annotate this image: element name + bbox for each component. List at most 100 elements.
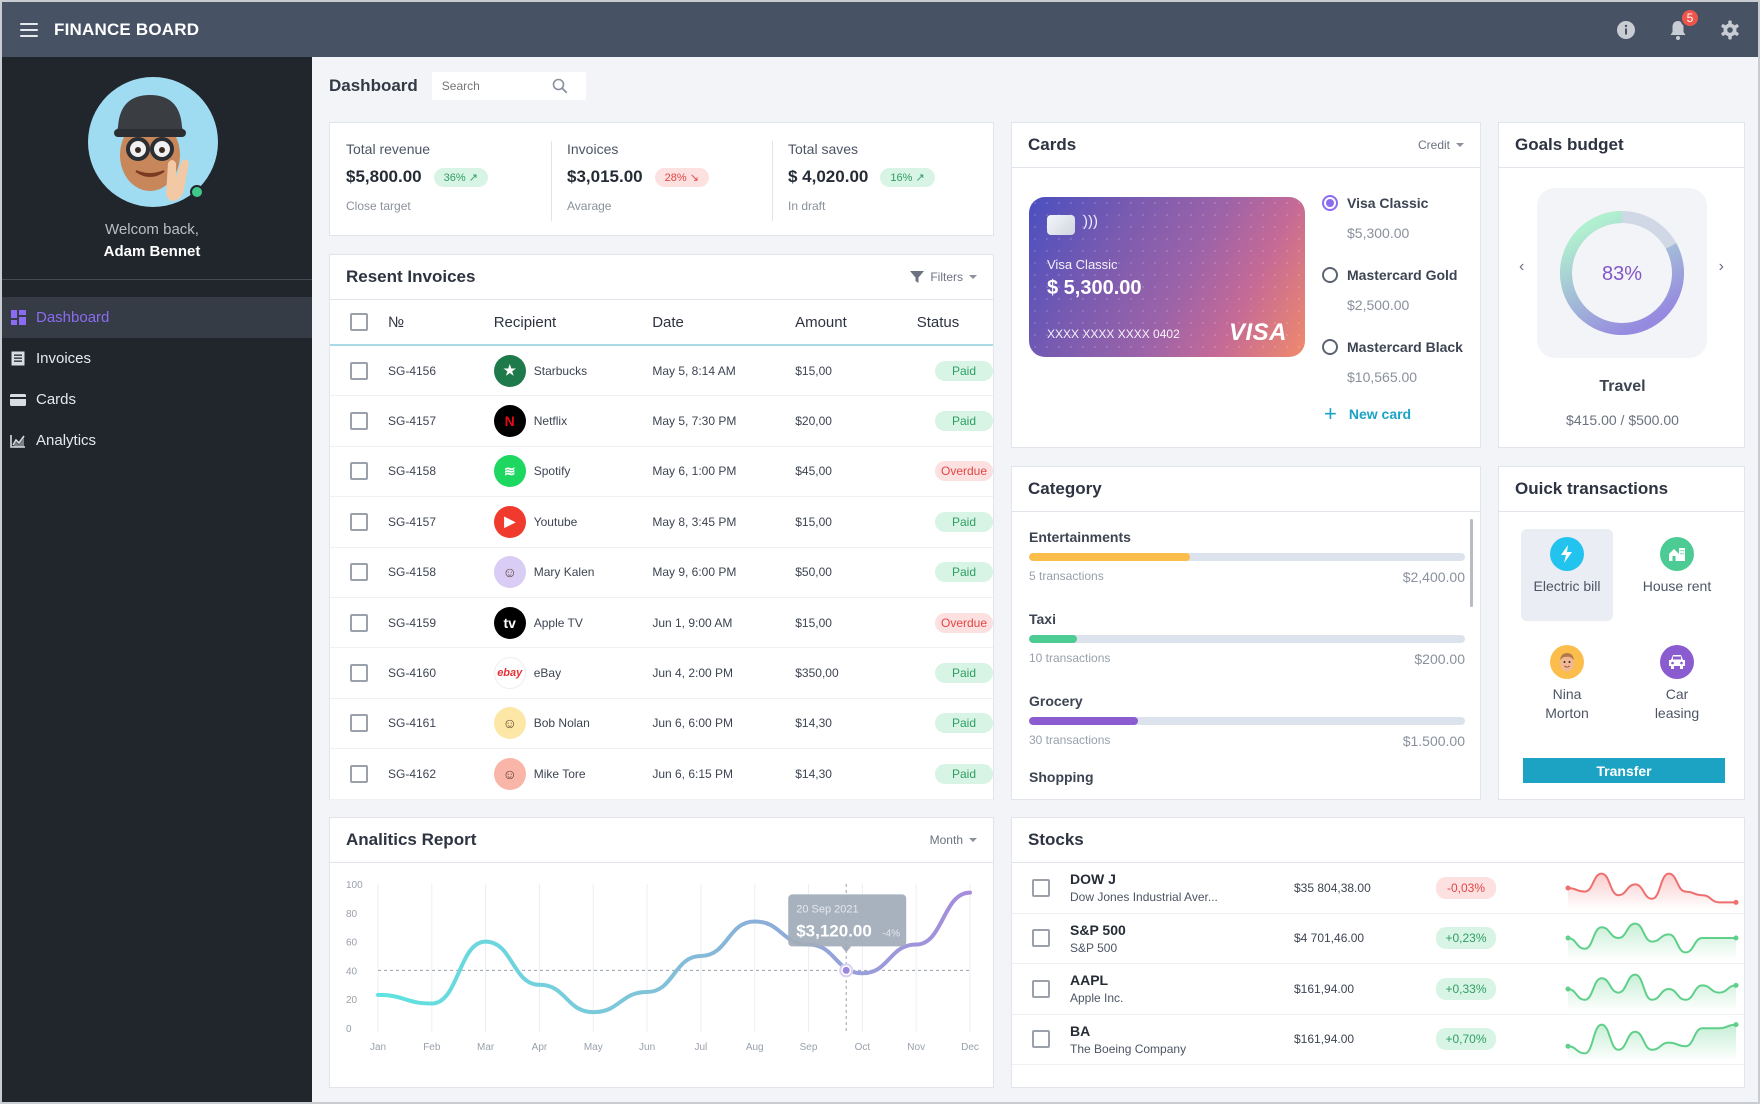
table-row[interactable]: SG-4156 ★ Starbucks May 5, 8:14 AM $15,00 Pai… (330, 346, 993, 397)
stock-name: Dow Jones Industrial Aver... (1070, 890, 1218, 905)
period-dropdown[interactable]: Month (930, 833, 977, 847)
chevron-left-icon[interactable]: ‹ (1519, 258, 1524, 276)
select-all-checkbox[interactable] (350, 313, 368, 331)
row-checkbox[interactable] (1032, 929, 1050, 948)
sidebar-item-analytics[interactable]: Analytics (2, 420, 312, 461)
table-row[interactable]: SG-4159 tv Apple TV Jun 1, 9:00 AM $15,00 Ove… (330, 598, 993, 649)
col-amount[interactable]: Amount (795, 314, 905, 331)
row-checkbox[interactable] (350, 664, 368, 683)
app-window: FINANCE BOARD 5 Welcom back, Adam Bennet… (2, 2, 1758, 1102)
filters-dropdown[interactable]: Filters (910, 270, 977, 284)
sidebar-item-invoices[interactable]: Invoices (2, 338, 312, 379)
table-row[interactable]: SG-4160 ebay eBay Jun 4, 2:00 PM $350,00 Paid (330, 648, 993, 699)
table-row[interactable]: SG-4158 ☺ Mary Kalen May 9, 6:00 PM $50,00 Pa… (330, 548, 993, 598)
card-type-dropdown[interactable]: Credit (1418, 138, 1464, 152)
category-item[interactable]: Taxi 10 transactions $200.00 (1029, 611, 1465, 693)
invoice-number: SG-4160 (388, 666, 437, 681)
category-item[interactable]: Grocery 30 transactions $1.500.00 (1029, 693, 1465, 775)
info-icon[interactable] (1614, 18, 1638, 42)
stock-row[interactable]: DOW J Dow Jones Industrial Aver... $35 804… (1012, 863, 1744, 914)
recipient-cell: ▶ Youtube (493, 505, 653, 538)
row-checkbox[interactable] (1032, 979, 1050, 998)
radio[interactable] (1322, 267, 1338, 283)
gear-icon[interactable] (1718, 18, 1742, 42)
row-checkbox[interactable] (350, 764, 368, 783)
stat-change: 16% (890, 171, 913, 184)
recipient-logo: ☺ (493, 757, 526, 790)
category-scrollbar[interactable] (1470, 519, 1473, 607)
table-row[interactable]: SG-4157 ▶ Youtube May 8, 3:45 PM $15,00 Paid (330, 497, 993, 548)
stock-row[interactable]: BA The Boeing Company $161,94.00 +0,70% (1012, 1015, 1744, 1065)
category-item[interactable]: Shopping (1029, 769, 1465, 799)
new-card-button[interactable]: + New card (1322, 401, 1482, 427)
row-checkbox[interactable] (350, 714, 368, 733)
tooltip-change: -4% (882, 928, 900, 939)
radio-selected[interactable] (1322, 195, 1338, 211)
goals-title: Goals budget (1515, 135, 1624, 154)
notifications-button[interactable]: 5 (1666, 7, 1700, 42)
col-status[interactable]: Status (905, 314, 993, 331)
card-option-mastercard-gold[interactable]: Mastercard Gold (1322, 263, 1482, 287)
invoice-amount: $20,00 (795, 414, 832, 429)
analytics-header: Analitics Report Month (330, 818, 993, 863)
sparkline-area (1568, 1024, 1736, 1062)
invoice-number: SG-4161 (388, 716, 437, 731)
col-date[interactable]: Date (652, 314, 795, 331)
quick-item-label: House rent (1642, 578, 1712, 594)
sidebar-item-dashboard[interactable]: Dashboard (2, 297, 312, 338)
search-box[interactable] (431, 72, 586, 100)
recipient-cell: ☺ Bob Nolan (493, 707, 653, 740)
table-row[interactable]: SG-4158 ≋ Spotify May 6, 1:00 PM $45,00 Overd… (330, 447, 993, 498)
card-option-amount: $2,500.00 (1347, 297, 1410, 313)
sidebar-item-cards[interactable]: Cards (2, 379, 312, 420)
hamburger-menu-icon[interactable] (20, 22, 38, 37)
category-title: Category (1028, 479, 1102, 498)
category-progress-bar (1029, 717, 1465, 725)
tooltip-arrow (841, 946, 852, 953)
stat-label: Invoices (567, 141, 619, 157)
quick-item-house-rent[interactable]: House rent (1631, 529, 1723, 621)
category-item[interactable]: Entertainments 5 transactions $2,400.00 (1029, 529, 1465, 611)
y-tick-label: 20 (346, 995, 358, 1006)
stock-row[interactable]: AAPL Apple Inc. $161,94.00 +0,33% (1012, 964, 1744, 1015)
goals-card: Goals budget 83% ‹ › Travel $415.00 / $5… (1498, 122, 1745, 448)
transfer-button[interactable]: Transfer (1523, 758, 1725, 783)
row-checkbox[interactable] (350, 613, 368, 632)
quick-item-car-leasing[interactable]: Car leasing (1631, 637, 1723, 729)
quick-item-electric-bill[interactable]: Electric bill (1521, 529, 1613, 621)
quick-grid: Electric bill House rent Nina Morton Car… (1521, 529, 1727, 729)
app-title: FINANCE BOARD (54, 19, 200, 39)
stock-row[interactable]: S&P 500 S&P 500 $4 701,46.00 +0,23% (1012, 914, 1744, 964)
category-progress-bar (1029, 553, 1465, 561)
person-avatar (1550, 645, 1584, 679)
row-checkbox[interactable] (350, 361, 368, 380)
card-option-visa-classic[interactable]: Visa Classic (1322, 191, 1482, 215)
x-tick-label: Nov (907, 1042, 925, 1053)
sidebar-nav: Dashboard Invoices Cards Analytics (2, 297, 312, 461)
table-row[interactable]: SG-4162 ☺ Mike Tore Jun 6, 6:15 PM $14,30 Pai… (330, 749, 993, 800)
sparkline-area (1568, 974, 1736, 1011)
row-checkbox[interactable] (350, 462, 368, 481)
row-checkbox[interactable] (350, 563, 368, 582)
row-checkbox[interactable] (350, 512, 368, 531)
radio[interactable] (1322, 339, 1338, 355)
search-icon[interactable] (552, 78, 568, 94)
row-checkbox[interactable] (1032, 878, 1050, 897)
x-tick-label: Dec (961, 1042, 979, 1053)
table-row[interactable]: SG-4161 ☺ Bob Nolan Jun 6, 6:00 PM $14,30 Pai… (330, 699, 993, 750)
invoice-date: Jun 6, 6:00 PM (652, 716, 734, 731)
card-icon (10, 392, 26, 408)
search-input[interactable] (441, 79, 552, 93)
credit-card-visual[interactable]: ))) Visa Classic $ 5,300.00 XXXX XXXX XX… (1029, 197, 1305, 357)
quick-item-nina-morton[interactable]: Nina Morton (1521, 637, 1613, 729)
cards-title: Cards (1028, 135, 1077, 154)
notification-badge: 5 (1680, 7, 1700, 28)
table-row[interactable]: SG-4157 N Netflix May 5, 7:30 PM $20,00 Paid (330, 396, 993, 447)
col-recipient[interactable]: Recipient (494, 314, 653, 331)
stat-change: 28% (664, 171, 687, 184)
row-checkbox[interactable] (350, 412, 368, 431)
row-checkbox[interactable] (1032, 1030, 1050, 1049)
chevron-right-icon[interactable]: › (1719, 258, 1724, 276)
card-option-mastercard-black[interactable]: Mastercard Black (1322, 335, 1482, 359)
status-badge: Overdue (935, 461, 993, 482)
